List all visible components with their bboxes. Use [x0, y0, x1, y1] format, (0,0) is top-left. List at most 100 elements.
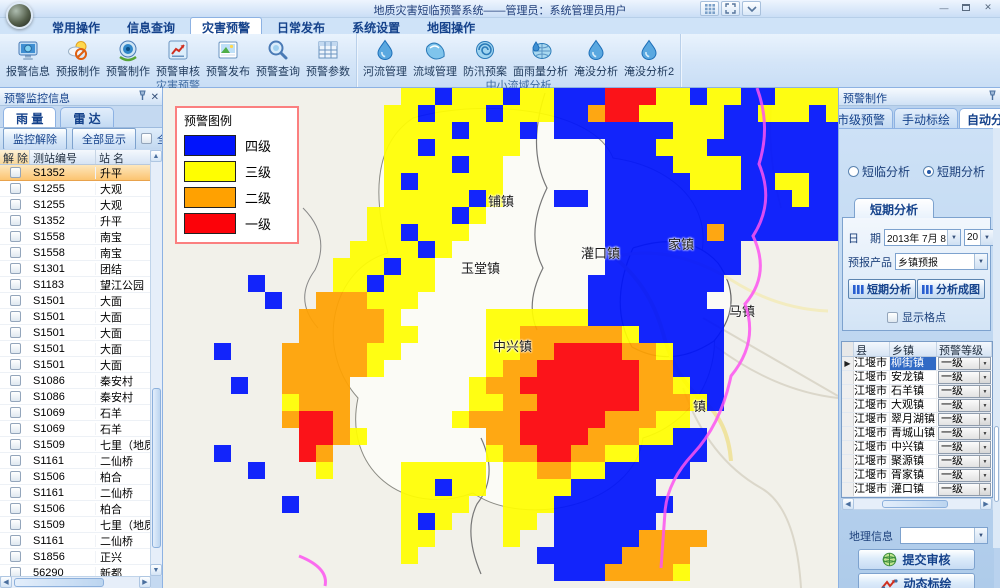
- dropdown-arrow-icon[interactable]: ▼: [979, 428, 990, 439]
- release-checkbox[interactable]: [10, 167, 21, 178]
- station-row[interactable]: S1086秦安村: [0, 373, 151, 389]
- dropdown-arrow-icon[interactable]: ▼: [979, 372, 990, 383]
- radio-nowcast-analysis[interactable]: 短临分析: [848, 163, 910, 180]
- tab-radar[interactable]: 雷 达: [60, 107, 113, 127]
- vscroll-thumb[interactable]: [152, 388, 161, 548]
- dropdown-arrow-icon[interactable]: ▼: [974, 254, 987, 269]
- scroll-right-icon[interactable]: ▶: [980, 498, 992, 510]
- col-town[interactable]: 乡镇: [890, 342, 937, 356]
- release-checkbox[interactable]: [10, 247, 21, 258]
- inundation-analysis2-button[interactable]: 淹没分析2: [621, 35, 677, 79]
- release-checkbox[interactable]: [10, 183, 21, 194]
- town-cell[interactable]: 中兴镇: [890, 441, 937, 454]
- forecast-create-button[interactable]: 预报制作: [53, 35, 103, 79]
- release-checkbox[interactable]: [10, 215, 21, 226]
- release-checkbox[interactable]: [10, 311, 21, 322]
- col-station-name[interactable]: 站 名: [96, 150, 151, 164]
- station-row[interactable]: S1161二仙桥: [0, 453, 151, 469]
- station-row[interactable]: S1501大面: [0, 309, 151, 325]
- menu-tab-map-ops[interactable]: 地图操作: [415, 17, 487, 34]
- station-row[interactable]: S1506柏合: [0, 501, 151, 517]
- town-table-hscrollbar[interactable]: ◀ ▶: [841, 498, 993, 510]
- town-warning-row[interactable]: 江堰市青城山镇一级▼: [842, 427, 992, 441]
- station-row[interactable]: S1509七里（地质灾: [0, 517, 151, 533]
- col-release[interactable]: 解 除: [0, 150, 30, 164]
- station-row[interactable]: S1558南宝: [0, 229, 151, 245]
- scroll-left-icon[interactable]: ◀: [0, 576, 12, 588]
- col-county[interactable]: 县: [854, 342, 890, 356]
- menu-tab-common-ops[interactable]: 常用操作: [40, 17, 112, 34]
- warning-level-select[interactable]: 一级▼: [938, 371, 991, 384]
- dropdown-arrow-icon[interactable]: ▼: [979, 470, 990, 481]
- tab-short-term-analysis[interactable]: 短期分析: [854, 198, 934, 218]
- chevron-down-icon[interactable]: [742, 1, 761, 16]
- release-checkbox[interactable]: [10, 455, 21, 466]
- station-row[interactable]: S1509七里（地质灾: [0, 437, 151, 453]
- release-checkbox[interactable]: [10, 423, 21, 434]
- warning-review-button[interactable]: 预警审核: [153, 35, 203, 79]
- product-select[interactable]: 乡镇预报▼: [895, 253, 988, 270]
- date-select[interactable]: 2013年 7月 8日▼: [884, 229, 961, 246]
- radio-short-term-analysis[interactable]: 短期分析: [923, 163, 985, 180]
- minimize-button[interactable]: —: [935, 1, 953, 14]
- restore-button[interactable]: [957, 1, 975, 14]
- show-grid-checkbox[interactable]: [887, 312, 898, 323]
- dropdown-arrow-icon[interactable]: ▼: [979, 456, 990, 467]
- river-manage-button[interactable]: 河流管理: [360, 35, 410, 79]
- release-checkbox[interactable]: [10, 343, 21, 354]
- dropdown-arrow-icon[interactable]: ▼: [979, 442, 990, 453]
- station-row[interactable]: S1255大观: [0, 197, 151, 213]
- town-warning-row[interactable]: 江堰市中兴镇一级▼: [842, 441, 992, 455]
- areal-rain-analysis-button[interactable]: 面雨量分析: [510, 35, 571, 79]
- station-row[interactable]: S1255大观: [0, 181, 151, 197]
- station-row[interactable]: S1301团结: [0, 261, 151, 277]
- station-row[interactable]: S1069石羊: [0, 421, 151, 437]
- release-checkbox[interactable]: [10, 295, 21, 306]
- town-warning-row[interactable]: 江堰市安龙镇一级▼: [842, 371, 992, 385]
- hscroll-thumb[interactable]: [14, 578, 104, 587]
- alarm-info-button[interactable]: 报警信息: [3, 35, 53, 79]
- select-all-checkbox[interactable]: [141, 133, 152, 144]
- dropdown-arrow-icon[interactable]: ▼: [979, 358, 990, 369]
- dropdown-arrow-icon[interactable]: ▼: [979, 386, 990, 397]
- close-button[interactable]: ✕: [979, 1, 997, 14]
- station-row[interactable]: 56290新都: [0, 565, 151, 576]
- menu-tab-disaster-warning[interactable]: 灾害预警: [190, 17, 262, 34]
- station-row[interactable]: S1506柏合: [0, 469, 151, 485]
- hour-select[interactable]: 20▼: [964, 229, 994, 246]
- dropdown-arrow-icon[interactable]: ▼: [979, 484, 990, 495]
- dropdown-arrow-icon[interactable]: ▼: [947, 230, 960, 245]
- dropdown-arrow-icon[interactable]: ▼: [979, 414, 990, 425]
- warning-level-select[interactable]: 一级▼: [938, 441, 991, 454]
- scroll-down-icon[interactable]: ▼: [150, 564, 162, 576]
- submit-review-button[interactable]: 提交审核: [858, 549, 975, 570]
- tab-manual-draw[interactable]: 手动标绘: [894, 108, 958, 128]
- warning-level-select[interactable]: 一级▼: [938, 357, 991, 370]
- town-warning-row[interactable]: 江堰市聚源镇一级▼: [842, 455, 992, 469]
- release-checkbox[interactable]: [10, 231, 21, 242]
- scroll-up-icon[interactable]: ▲: [150, 150, 162, 162]
- dropdown-arrow-icon[interactable]: ▼: [979, 400, 990, 411]
- town-cell[interactable]: 聚源镇: [890, 455, 937, 468]
- release-checkbox[interactable]: [10, 471, 21, 482]
- release-checkbox[interactable]: [10, 375, 21, 386]
- station-row[interactable]: S1161二仙桥: [0, 533, 151, 549]
- warning-level-select[interactable]: 一级▼: [938, 483, 991, 496]
- station-row[interactable]: S1558南宝: [0, 245, 151, 261]
- town-warning-row[interactable]: 江堰市胥家镇一级▼: [842, 469, 992, 483]
- hscroll-thumb[interactable]: [882, 500, 948, 508]
- station-table-vscrollbar[interactable]: ▲ ▼: [150, 150, 162, 576]
- release-checkbox[interactable]: [10, 535, 21, 546]
- application-orb-button[interactable]: [6, 2, 33, 29]
- town-cell[interactable]: 青城山镇: [890, 427, 937, 440]
- warning-level-select[interactable]: 一级▼: [938, 455, 991, 468]
- town-cell[interactable]: 胥家镇: [890, 469, 937, 482]
- dynamic-plot-button[interactable]: 动态标绘: [858, 573, 975, 588]
- release-checkbox[interactable]: [10, 439, 21, 450]
- release-checkbox[interactable]: [10, 359, 21, 370]
- inundation-analysis-button[interactable]: 淹没分析: [571, 35, 621, 79]
- scroll-right-icon[interactable]: ▶: [139, 576, 151, 588]
- release-checkbox[interactable]: [10, 199, 21, 210]
- map-view[interactable]: 铺镇灌口镇家镇玉堂镇中兴镇马镇镇 预警图例 四级三级二级一级: [163, 88, 838, 588]
- warning-level-select[interactable]: 一级▼: [938, 469, 991, 482]
